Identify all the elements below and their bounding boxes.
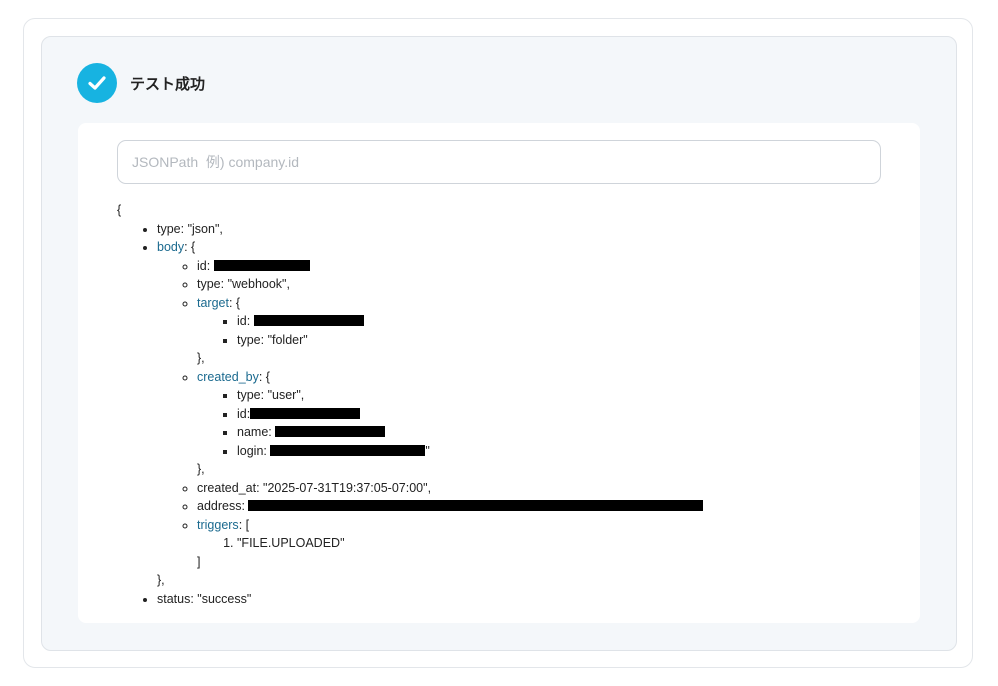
created-by-key-link[interactable]: created_by [197,370,259,384]
body-close: }, [157,573,165,587]
tree-item-body-type: type: "webhook", [197,275,703,294]
tree-item-target: target: { id: type: "folder" }, [197,294,703,368]
target-close: }, [197,351,205,365]
target-key-link[interactable]: target [197,296,229,310]
tree-item-cb-type: type: "user", [237,386,703,405]
test-result-panel: テスト成功 { type: "json", body: { id: type: … [41,36,957,651]
status-header: テスト成功 [77,63,205,103]
redacted-block [275,426,386,437]
triggers-close: ] [197,554,201,569]
tree-item-created-by: created_by: { type: "user", id: name: lo… [197,368,703,479]
open-brace: { [117,203,122,217]
triggers-key-link[interactable]: triggers [197,518,239,532]
tree-item-target-type: type: "folder" [237,331,703,350]
tree-item-type: type: "json", [157,220,703,239]
tree-item-cb-login: login: " [237,442,703,461]
check-icon [77,63,117,103]
outer-card: テスト成功 { type: "json", body: { id: type: … [23,18,973,668]
redacted-block [253,315,364,326]
tree-item-target-id: id: [237,312,703,331]
created-by-close: }, [197,462,205,476]
tree-item-triggers: triggers: [ "FILE.UPLOADED" ] [197,516,703,572]
redacted-block [270,444,426,456]
redacted-block [248,500,704,511]
tree-item-status: status: "success" [157,590,703,609]
body-key-link[interactable]: body [157,240,184,254]
json-output-box: { type: "json", body: { id: type: "webho… [78,123,920,623]
tree-item-address: address: [197,497,704,516]
status-title: テスト成功 [130,75,206,93]
jsonpath-search-input[interactable] [117,140,881,184]
tree-item-body: body: { id: type: "webhook", target: { i… [157,238,704,590]
redacted-block [213,259,310,271]
json-tree: { type: "json", body: { id: type: "webho… [117,201,704,609]
tree-item-created-at: created_at: "2025-07-31T19:37:05-07:00", [197,479,703,498]
trigger-item: "FILE.UPLOADED" [237,534,703,553]
tree-item-body-id: id: [197,257,703,276]
tree-item-cb-name: name: [237,423,703,442]
redacted-block [250,407,361,419]
tree-item-cb-id: id: [237,405,703,424]
